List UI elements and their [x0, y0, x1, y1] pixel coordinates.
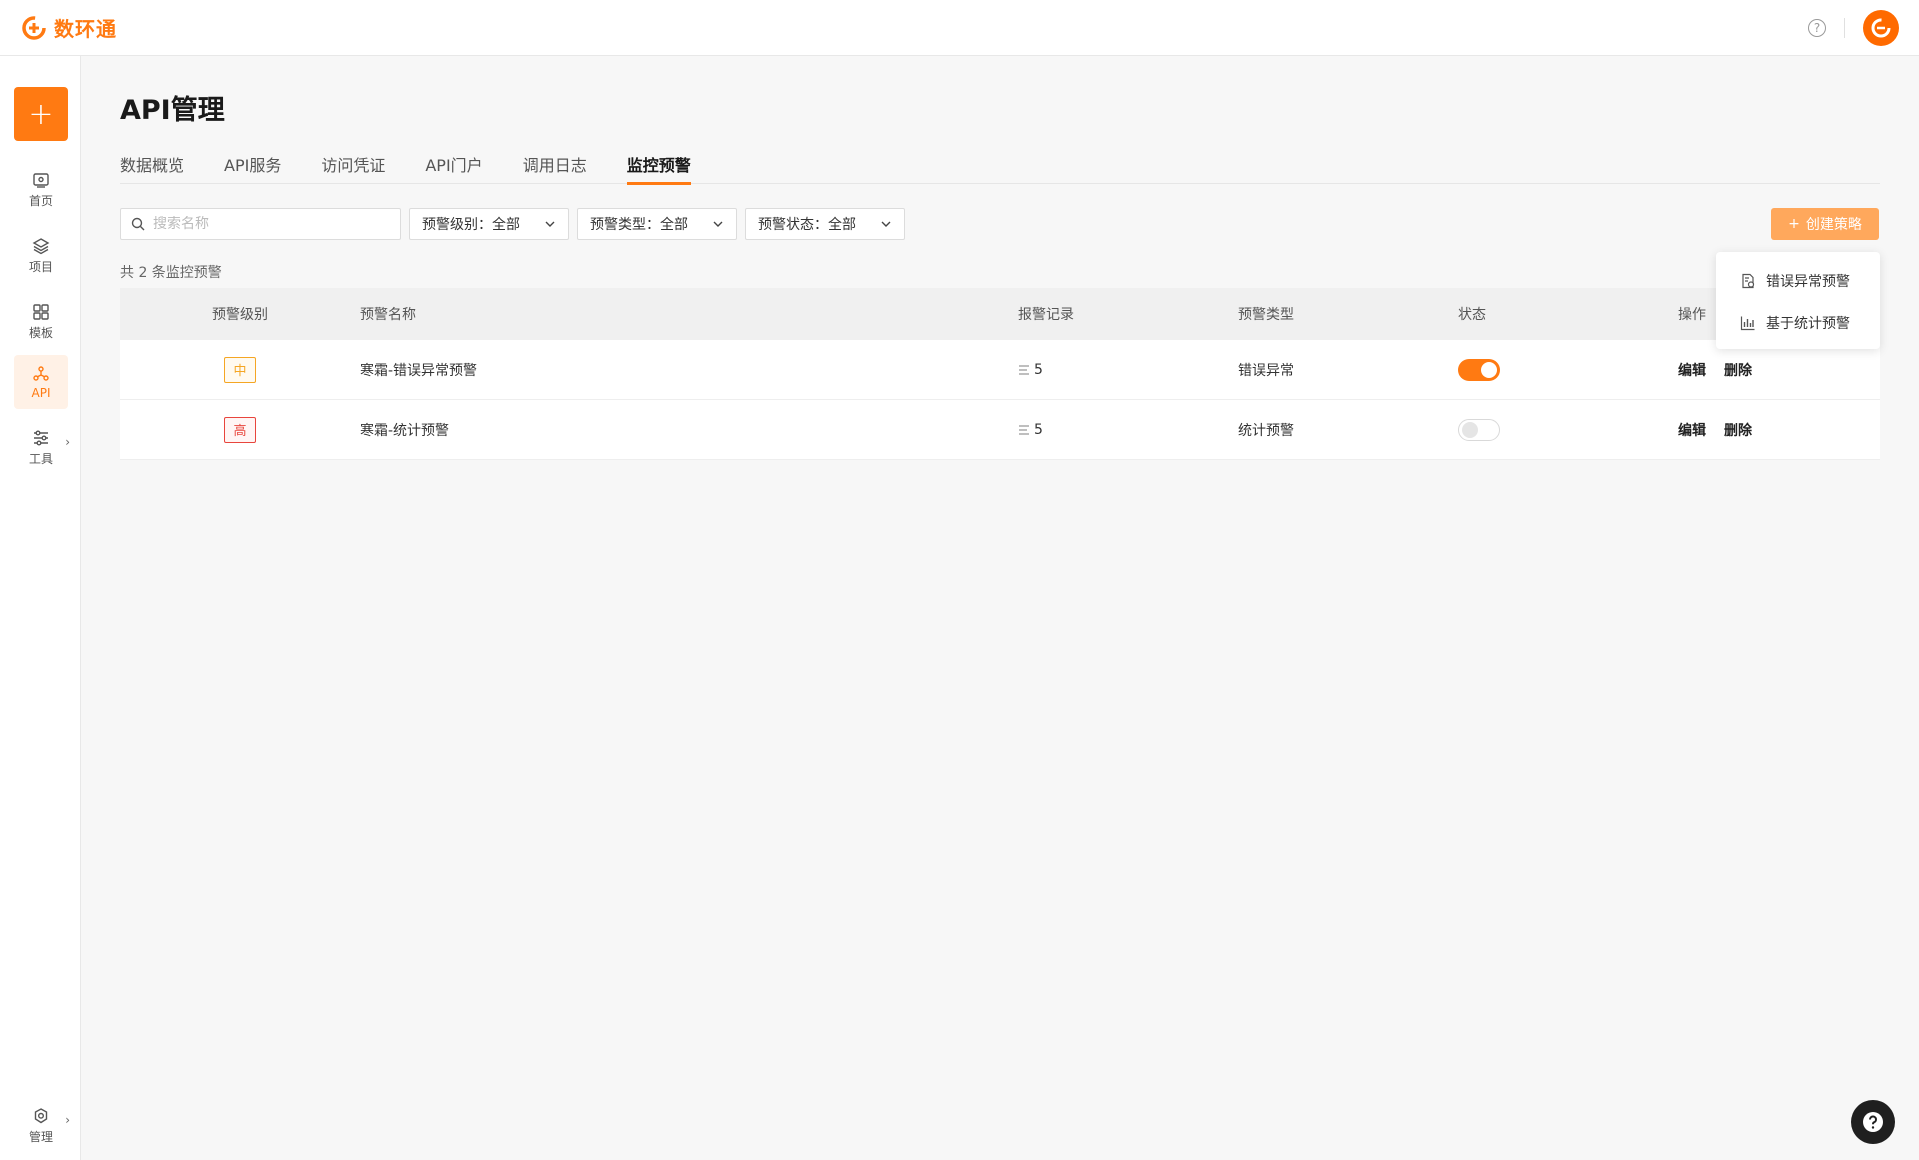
- avatar[interactable]: [1863, 9, 1899, 46]
- brand[interactable]: 数环通: [20, 13, 117, 42]
- column-header-level: 预警级别: [212, 307, 268, 323]
- menu-item-statistics-alert[interactable]: 基于统计预警: [1716, 302, 1880, 344]
- tab-data-overview[interactable]: 数据概览: [120, 152, 184, 184]
- edit-button[interactable]: 编辑: [1678, 420, 1706, 440]
- divider: [1844, 17, 1845, 38]
- column-header-name: 预警名称: [360, 307, 416, 323]
- tab-monitoring-alerts[interactable]: 监控预警: [626, 152, 691, 185]
- grid-icon: [33, 304, 49, 320]
- filter-type-value: 预警类型：全部: [590, 217, 688, 233]
- alert-records[interactable]: 5: [1018, 362, 1238, 378]
- sidebar-item-api[interactable]: API: [14, 355, 68, 409]
- filter-type-select[interactable]: 预警类型：全部: [577, 208, 737, 240]
- layers-icon: [32, 238, 50, 255]
- status-toggle[interactable]: [1458, 418, 1500, 441]
- floating-help-button[interactable]: [1851, 1100, 1895, 1144]
- tab-api-service[interactable]: API服务: [224, 152, 281, 184]
- avatar-logo-icon: [1871, 18, 1891, 37]
- home-icon: [33, 173, 49, 188]
- column-header-type: 预警类型: [1238, 307, 1294, 323]
- create-new-button[interactable]: +: [14, 87, 68, 141]
- tab-bar: 数据概览 API服务 访问凭证 API门户 调用日志 监控预警: [120, 152, 1880, 185]
- create-strategy-button[interactable]: + 创建策略: [1771, 208, 1879, 240]
- sidebar-item-label: API: [31, 385, 51, 400]
- records-count: 5: [1034, 361, 1043, 378]
- table-row: 中 寒霜-错误异常预警 5 错误异常 编辑 删除: [120, 340, 1880, 400]
- list-icon: [1019, 364, 1029, 375]
- list-icon: [1019, 424, 1029, 435]
- create-strategy-label: 创建策略: [1805, 217, 1862, 233]
- alert-name: 寒霜-统计预警: [360, 422, 450, 439]
- sidebar-item-label: 模板: [28, 326, 53, 340]
- sidebar-item-project[interactable]: 项目: [14, 229, 68, 283]
- create-strategy-menu: 错误异常预警 基于统计预警: [1716, 252, 1880, 349]
- menu-item-label: 基于统计预警: [1766, 316, 1850, 332]
- sidebar-item-label: 项目: [28, 260, 53, 274]
- level-badge: 高: [224, 416, 256, 443]
- page-title: API管理: [120, 95, 225, 126]
- chevron-down-icon: [881, 221, 891, 227]
- search-icon: [131, 217, 145, 231]
- brand-name: 数环通: [54, 17, 117, 41]
- chevron-down-icon: [713, 221, 723, 227]
- chevron-right-icon: ›: [65, 1113, 70, 1127]
- help-icon[interactable]: ?: [1808, 18, 1826, 37]
- search-input[interactable]: [153, 216, 383, 232]
- filter-status-select[interactable]: 预警状态：全部: [745, 208, 905, 240]
- delete-button[interactable]: 删除: [1724, 360, 1752, 380]
- chevron-down-icon: [545, 221, 555, 227]
- sidebar-item-label: 首页: [28, 194, 53, 208]
- sidebar-item-home[interactable]: 首页: [14, 163, 68, 217]
- tab-call-logs[interactable]: 调用日志: [523, 152, 587, 184]
- filter-level-value: 预警级别：全部: [422, 217, 520, 233]
- column-header-records: 报警记录: [1018, 307, 1074, 323]
- brand-logo-icon: [22, 15, 46, 40]
- toggle-knob: [1462, 421, 1478, 438]
- sidebar-item-admin[interactable]: 管理 ›: [14, 1099, 70, 1153]
- alerts-table: 预警级别 预警名称 报警记录 预警类型 状态 操作 中 寒霜-错误异常预警 5 …: [120, 288, 1880, 460]
- edit-button[interactable]: 编辑: [1678, 360, 1706, 380]
- sidebar-item-label: 工具: [28, 452, 53, 466]
- records-count: 5: [1034, 421, 1043, 438]
- chevron-right-icon: ›: [65, 435, 70, 449]
- alert-type: 错误异常: [1238, 362, 1294, 379]
- table-header: 预警级别 预警名称 报警记录 预警类型 状态 操作: [120, 288, 1880, 340]
- filter-status-value: 预警状态：全部: [758, 217, 856, 233]
- menu-item-label: 错误异常预警: [1766, 274, 1850, 290]
- menu-item-error-alert[interactable]: 错误异常预警: [1716, 260, 1880, 302]
- sidebar-item-tools[interactable]: 工具 ›: [14, 421, 70, 475]
- status-toggle[interactable]: [1458, 358, 1500, 381]
- total-count: 共 2 条监控预警: [120, 265, 222, 281]
- alert-name: 寒霜-错误异常预警: [360, 362, 478, 379]
- sliders-icon: [34, 430, 48, 446]
- sidebar: + 首页 项目 模板 API 工具 › 管理 ›: [0, 56, 81, 1160]
- tab-api-portal[interactable]: API门户: [425, 152, 482, 184]
- help-icon: [1863, 1112, 1883, 1132]
- bar-chart-icon: [1740, 316, 1755, 331]
- column-header-status: 状态: [1458, 307, 1486, 323]
- filter-level-select[interactable]: 预警级别：全部: [409, 208, 569, 240]
- sidebar-item-label: 管理: [28, 1130, 53, 1144]
- top-bar: 数环通 ?: [0, 0, 1919, 56]
- sidebar-item-template[interactable]: 模板: [14, 295, 68, 349]
- api-icon: [33, 365, 49, 381]
- gear-icon: [34, 1108, 48, 1124]
- plus-icon: +: [1788, 216, 1800, 232]
- doc-clock-icon: [1742, 273, 1755, 289]
- search-box: [120, 208, 401, 240]
- alert-type: 统计预警: [1238, 422, 1294, 439]
- tab-access-credentials[interactable]: 访问凭证: [321, 152, 385, 184]
- alert-records[interactable]: 5: [1018, 422, 1238, 438]
- level-badge: 中: [224, 356, 256, 383]
- toggle-knob: [1481, 361, 1497, 378]
- delete-button[interactable]: 删除: [1724, 420, 1752, 440]
- table-row: 高 寒霜-统计预警 5 统计预警 编辑 删除: [120, 400, 1880, 460]
